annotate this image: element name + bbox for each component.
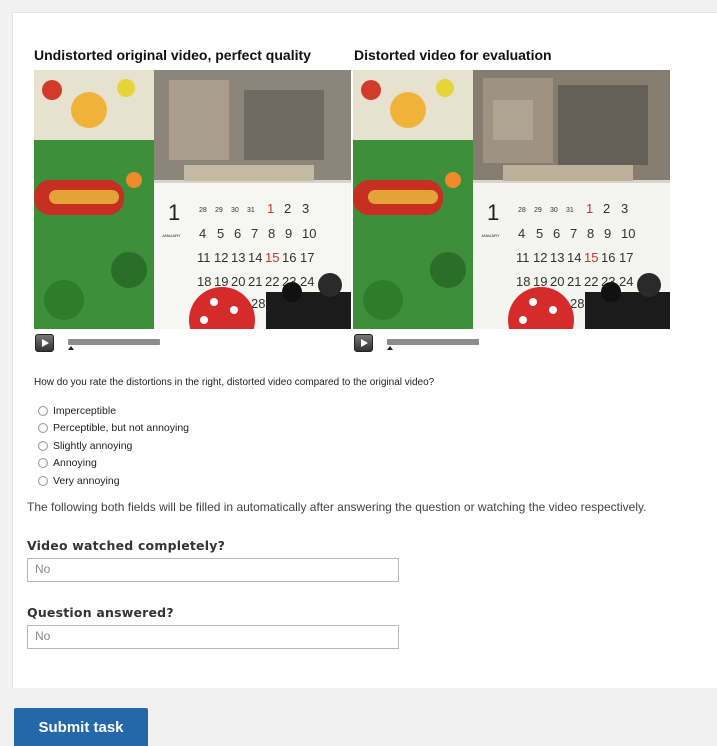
cal-day: 19 [214, 274, 228, 289]
cal-day: 6 [234, 226, 241, 241]
cal-day: 20 [231, 274, 245, 289]
cal-day: 16 [282, 250, 296, 265]
calendar-month-number: 1 [168, 200, 180, 225]
cal-day: 1 [267, 201, 274, 216]
radio-button[interactable] [38, 458, 48, 469]
cal-day: 29 [215, 207, 223, 214]
cal-day: 21 [248, 274, 262, 289]
rating-option-label: Annoying [53, 457, 97, 470]
rating-option[interactable]: Annoying [38, 455, 189, 473]
cal-day: 28 [518, 207, 526, 214]
distorted-seek-knob[interactable] [387, 346, 393, 350]
cal-day: 2 [284, 201, 291, 216]
rating-question: How do you rate the distortions in the r… [34, 377, 435, 388]
cal-day: 31 [566, 207, 574, 214]
original-video-controls [35, 334, 165, 352]
cal-day: 24 [619, 274, 633, 289]
cal-day: 30 [550, 207, 558, 214]
video-watched-field: No [27, 558, 399, 582]
cal-day: 2 [603, 201, 610, 216]
video-watched-label: Video watched completely? [27, 538, 226, 553]
cal-day: 17 [300, 250, 314, 265]
rating-option[interactable]: Very annoying [38, 472, 189, 490]
cal-day: 18 [197, 274, 211, 289]
cal-day: 7 [570, 226, 577, 241]
distorted-video-frame: 1 JANUARY 28 29 30 31 1 2 3 4 5 6 7 8 9 … [353, 70, 670, 329]
cal-day: 5 [217, 226, 224, 241]
cal-day: 9 [285, 226, 292, 241]
cal-day: 15 [584, 250, 598, 265]
rating-option[interactable]: Imperceptible [38, 402, 189, 420]
original-video-frame: 1 JANUARY 28 29 30 31 1 2 3 4 5 6 7 8 9 … [34, 70, 351, 329]
cal-day: 5 [536, 226, 543, 241]
distorted-video-controls [354, 334, 484, 352]
calendar-month-name: JANUARY [162, 233, 181, 238]
cal-day: 28 [199, 207, 207, 214]
original-play-button[interactable] [35, 334, 54, 352]
cal-day: 13 [550, 250, 564, 265]
distorted-video-player[interactable]: 1 JANUARY 28 29 30 31 1 2 3 4 5 6 7 8 9 … [353, 70, 670, 329]
rating-option[interactable]: Slightly annoying [38, 437, 189, 455]
original-video-player[interactable]: 1 JANUARY 28 29 30 31 1 2 3 4 5 6 7 8 9 … [34, 70, 351, 329]
cal-day: 22 [584, 274, 598, 289]
radio-button[interactable] [38, 405, 48, 416]
cal-day: 14 [248, 250, 262, 265]
cal-day: 3 [302, 201, 309, 216]
cal-day: 19 [533, 274, 547, 289]
cal-day: 10 [621, 226, 635, 241]
cal-day: 1 [586, 201, 593, 216]
distorted-seek-bar[interactable] [387, 339, 479, 345]
rating-option-label: Perceptible, but not annoying [53, 422, 190, 435]
auto-fill-note: The following both fields will be filled… [27, 500, 647, 514]
cal-day: 24 [300, 274, 314, 289]
cal-day: 8 [268, 226, 275, 241]
cal-day: 10 [302, 226, 316, 241]
cal-day: 13 [231, 250, 245, 265]
rating-option-label: Imperceptible [53, 404, 117, 417]
cal-day: 22 [265, 274, 279, 289]
cal-day: 11 [197, 250, 211, 265]
cal-day: 3 [621, 201, 628, 216]
cal-day: 7 [251, 226, 258, 241]
radio-button[interactable] [38, 475, 48, 486]
question-answered-field: No [27, 625, 399, 649]
cal-day: 6 [553, 226, 560, 241]
radio-button[interactable] [38, 440, 48, 451]
cal-day: 28 [251, 296, 265, 311]
cal-day: 17 [619, 250, 633, 265]
cal-day: 4 [518, 226, 525, 241]
question-answered-label: Question answered? [27, 605, 174, 620]
original-seek-knob[interactable] [68, 346, 74, 350]
radio-button[interactable] [38, 423, 48, 434]
cal-day: 15 [265, 250, 279, 265]
cal-day: 20 [550, 274, 564, 289]
original-video-title: Undistorted original video, perfect qual… [34, 47, 311, 63]
original-seek-bar[interactable] [68, 339, 160, 345]
cal-day: 11 [516, 250, 530, 265]
cal-day: 16 [601, 250, 615, 265]
cal-day: 18 [516, 274, 530, 289]
cal-day: 4 [199, 226, 206, 241]
cal-day: 29 [534, 207, 542, 214]
calendar-month-number: 1 [487, 200, 499, 225]
cal-day: 28 [570, 296, 584, 311]
rating-option-label: Very annoying [53, 474, 120, 487]
rating-option-label: Slightly annoying [53, 439, 133, 452]
cal-day: 30 [231, 207, 239, 214]
rating-option[interactable]: Perceptible, but not annoying [38, 420, 189, 438]
cal-day: 8 [587, 226, 594, 241]
cal-day: 21 [567, 274, 581, 289]
distorted-play-button[interactable] [354, 334, 373, 352]
submit-task-button[interactable]: Submit task [14, 708, 148, 746]
distorted-video-title: Distorted video for evaluation [354, 47, 552, 63]
cal-day: 12 [214, 250, 228, 265]
cal-day: 12 [533, 250, 547, 265]
calendar-month-name: JANUARY [481, 233, 500, 238]
rating-options: Imperceptible Perceptible, but not annoy… [38, 402, 189, 490]
cal-day: 9 [604, 226, 611, 241]
cal-day: 31 [247, 207, 255, 214]
cal-day: 14 [567, 250, 581, 265]
